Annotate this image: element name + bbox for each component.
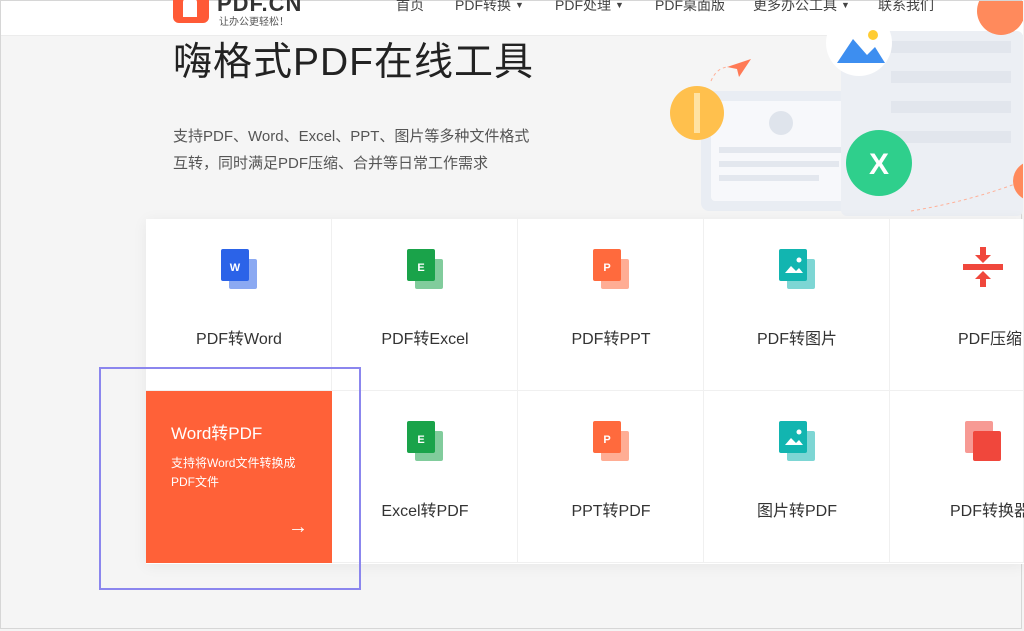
zip-stripe [694, 93, 700, 133]
caret-down-icon: ▼ [515, 0, 524, 10]
nav-item-home[interactable]: 首页 [396, 0, 424, 15]
nav-item-label: 首页 [396, 0, 424, 13]
nav-item-pdf-convert[interactable]: PDF转换 ▼ [455, 0, 524, 15]
paper-plane-icon [727, 59, 751, 77]
tool-label: PPT转PDF [571, 503, 651, 520]
tool-pdf-to-image[interactable]: PDF转图片 [704, 219, 890, 391]
tool-pdf-to-word[interactable]: W PDF转Word [146, 219, 332, 391]
image-bubble-icon [826, 10, 892, 76]
word-doc-icon: W [221, 249, 257, 289]
nav-item-label: PDF转换 [455, 0, 511, 13]
tool-ppt-to-pdf[interactable]: P PPT转PDF [518, 391, 704, 563]
sun-shape [868, 30, 878, 40]
svg-text:P: P [603, 262, 610, 274]
illustration-line [891, 71, 1011, 83]
tool-label: PDF转Excel [381, 331, 469, 348]
hero-title: 嗨格式PDF在线工具 [173, 41, 535, 84]
site-logo[interactable]: PDF.CN 让办公更轻松！ [173, 0, 313, 28]
nav-item-pdf-process[interactable]: PDF处理 ▼ [555, 0, 624, 15]
illustration-line [719, 161, 839, 167]
hero-description-line: 支持PDF、Word、Excel、PPT、图片等多种文件格式 [173, 128, 530, 145]
compress-icon [963, 247, 1003, 287]
tool-label: PDF压缩 [957, 331, 1022, 348]
tool-pdf-to-excel[interactable]: E PDF转Excel [332, 219, 518, 391]
tool-pdf-converter[interactable]: PDF转换器 [890, 391, 1024, 563]
image-doc-icon [779, 421, 815, 461]
illustration-line [891, 101, 1011, 113]
hero-illustration: X [670, 1, 1023, 216]
pdf-converter-icon [965, 421, 1001, 461]
logo-mark-icon [173, 0, 209, 23]
illustration-avatar-icon [769, 111, 793, 135]
svg-text:W: W [230, 262, 241, 274]
illustration-line [891, 131, 1011, 143]
excel-bubble-letter: X [869, 148, 889, 181]
corner-bubble-icon [977, 1, 1023, 35]
tool-image-to-pdf[interactable]: 图片转PDF [704, 391, 890, 563]
illustration-line [891, 41, 1011, 53]
illustration-line [719, 147, 859, 153]
dashed-trail [710, 66, 730, 82]
hero-description-line: 互转，同时满足PDF压缩、合并等日常工作需求 [173, 155, 489, 172]
tool-label: PDF转Word [196, 331, 282, 348]
image-doc-icon [779, 249, 815, 289]
svg-text:E: E [417, 262, 424, 274]
tool-pdf-to-ppt[interactable]: P PDF转PPT [518, 219, 704, 391]
tool-label: PDF转图片 [756, 331, 837, 348]
page: PDF.CN 让办公更轻松！ 首页 PDF转换 ▼ PDF处理 ▼ PDF桌面版 更… [0, 0, 1024, 629]
nav-item-label: PDF处理 [555, 0, 611, 13]
ppt-doc-icon: P [593, 249, 629, 289]
caret-down-icon: ▼ [615, 0, 624, 10]
tool-label: PDF转换器 [949, 503, 1024, 520]
highlight-outline [99, 367, 361, 590]
illustration-line [719, 175, 819, 181]
tool-label: PDF转PPT [571, 331, 651, 348]
hero-description: 支持PDF、Word、Excel、PPT、图片等多种文件格式 互转，同时满足PD… [173, 123, 593, 177]
excel-doc-icon: E [407, 421, 443, 461]
logo-slogan: 让办公更轻松！ [219, 17, 289, 28]
svg-text:P: P [603, 434, 610, 446]
svg-text:E: E [417, 434, 424, 446]
ppt-doc-icon: P [593, 421, 629, 461]
tool-label: 图片转PDF [756, 503, 837, 520]
tool-pdf-compress[interactable]: PDF压缩 [890, 219, 1024, 391]
excel-doc-icon: E [407, 249, 443, 289]
